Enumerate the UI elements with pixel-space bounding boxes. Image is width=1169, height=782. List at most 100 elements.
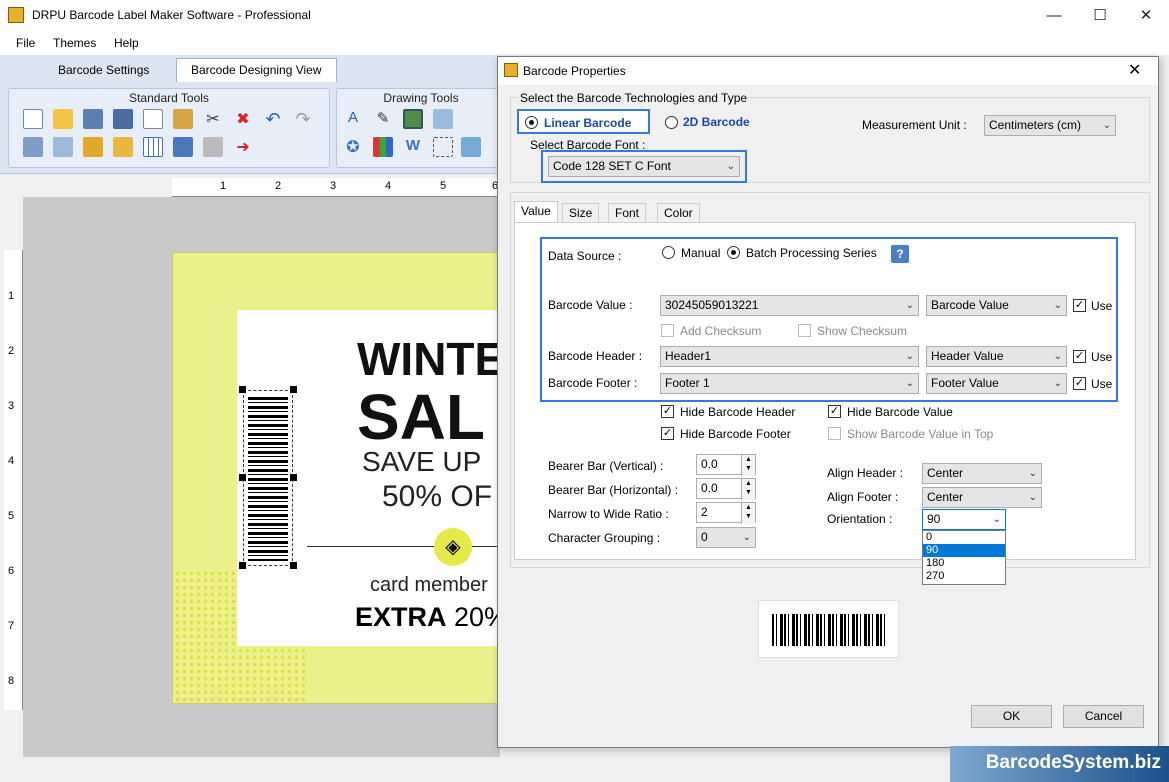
use-barcode-value-checkbox[interactable]: ✓ [1073,299,1086,312]
align-footer-select[interactable]: Center ⌄ [922,487,1042,508]
resize-handle[interactable] [239,386,246,393]
send-back-icon[interactable] [23,137,43,157]
shape-dropdown-icon[interactable] [433,137,453,157]
export-icon[interactable]: ➜ [233,137,253,157]
resize-handle[interactable] [290,474,297,481]
new-icon[interactable] [23,109,43,129]
maximize-button[interactable]: ☐ [1077,0,1123,31]
data-source-label: Data Source : [548,249,622,263]
resize-handle[interactable] [290,562,297,569]
orientation-select[interactable]: 90 ⌄ [922,509,1006,530]
measurement-unit-select[interactable]: Centimeters (cm) ⌄ [984,115,1116,136]
hide-footer-label: Hide Barcode Footer [680,427,791,441]
tab-barcode-settings[interactable]: Barcode Settings [43,58,164,82]
hide-footer-checkbox[interactable]: ✓ [661,427,674,440]
bring-front-icon[interactable] [53,137,73,157]
menu-bar: File Themes Help [0,31,1169,55]
save-as-icon[interactable] [113,109,133,129]
use-footer-checkbox[interactable]: ✓ [1073,377,1086,390]
tab-color[interactable]: Color [657,203,700,223]
hide-header-checkbox[interactable]: ✓ [661,405,674,418]
orientation-option[interactable]: 90 [923,544,1005,557]
open-icon[interactable] [53,109,73,129]
wordart-icon[interactable]: W [403,137,423,157]
character-grouping-select[interactable]: 0 ⌄ [696,527,756,548]
menu-file[interactable]: File [16,36,35,50]
library-icon[interactable] [373,137,393,157]
landscape-icon[interactable] [461,137,481,157]
align-header-select[interactable]: Center ⌄ [922,463,1042,484]
ratio-input[interactable]: 2 ▲ ▼ [696,502,756,524]
promo-line-4[interactable]: 50% OF [382,480,492,514]
tab-barcode-designing-view[interactable]: Barcode Designing View [176,58,337,82]
minimize-button[interactable]: — [1031,0,1077,31]
footer-source-select[interactable]: Footer Value ⌄ [926,373,1067,394]
help-icon[interactable]: ? [891,245,909,263]
print-icon[interactable] [203,137,223,157]
chevron-down-icon: ⌄ [1053,378,1062,389]
template-icon[interactable] [173,137,193,157]
barcode-value-source-select[interactable]: Barcode Value ⌄ [926,295,1067,316]
hide-value-checkbox[interactable]: ✓ [828,405,841,418]
canvas-barcode-selection[interactable] [243,390,293,566]
orientation-option[interactable]: 270 [923,570,1005,583]
use-label: Use [1091,350,1113,364]
chevron-down-icon: ⌄ [742,532,751,543]
dialog-close-icon[interactable]: ✕ [1128,60,1141,80]
linear-barcode-option[interactable]: Linear Barcode [517,109,650,134]
batch-processing-radio[interactable] [727,246,740,259]
orientation-option[interactable]: 180 [923,557,1005,570]
promo-line-2[interactable]: SAL [357,380,485,454]
bearer-vertical-input[interactable]: 0.0 ▲ ▼ [696,454,756,476]
lock-icon[interactable] [83,137,103,157]
header-source-select[interactable]: Header Value ⌄ [926,346,1067,367]
promo-line-3[interactable]: SAVE UP [362,446,481,478]
delete-icon[interactable]: ✖ [233,109,253,129]
barcode-header-select[interactable]: Header1 ⌄ [660,346,919,367]
picture-icon[interactable] [403,109,423,129]
resize-handle[interactable] [290,386,297,393]
show-value-top-checkbox[interactable] [828,427,841,440]
resize-handle[interactable] [239,562,246,569]
promo-line-1[interactable]: WINTE [357,332,505,386]
spinner-icon[interactable]: ▲ ▼ [741,479,755,500]
undo-icon[interactable]: ↶ [263,109,283,129]
close-button[interactable]: ✕ [1123,0,1169,31]
orientation-option[interactable]: 0 [923,531,1005,544]
tab-font[interactable]: Font [608,203,647,223]
save-icon[interactable] [83,109,103,129]
manual-radio[interactable] [662,246,675,259]
use-header-checkbox[interactable]: ✓ [1073,350,1086,363]
spinner-icon[interactable]: ▲ ▼ [741,503,755,524]
barcode-footer-select[interactable]: Footer 1 ⌄ [660,373,919,394]
menu-help[interactable]: Help [114,36,139,50]
barcode-font-select[interactable]: Code 128 SET C Font ⌄ [548,156,740,177]
pen-icon[interactable]: ✎ [373,109,393,129]
copy-icon[interactable] [143,109,163,129]
redo-icon[interactable]: ↷ [293,109,313,129]
linear-barcode-radio[interactable] [525,116,538,129]
preview-barcode-image [772,614,887,646]
chevron-down-icon: ⌄ [1028,468,1037,479]
show-checksum-checkbox[interactable] [798,324,811,337]
star-icon[interactable]: ✪ [343,137,363,157]
2d-barcode-radio[interactable] [665,116,678,129]
cancel-button[interactable]: Cancel [1063,705,1144,728]
tab-size[interactable]: Size [562,203,600,223]
ok-button[interactable]: OK [971,705,1052,728]
promo-line-5[interactable]: card member [370,574,488,597]
image-icon[interactable] [433,109,453,129]
barcode-value-select[interactable]: 30245059013221 ⌄ [660,295,919,316]
paste-icon[interactable] [173,109,193,129]
cut-icon[interactable]: ✂ [203,109,223,129]
bearer-horizontal-input[interactable]: 0.0 ▲ ▼ [696,478,756,500]
tab-value[interactable]: Value [514,201,558,223]
unlock-icon[interactable] [113,137,133,157]
resize-handle[interactable] [239,474,246,481]
add-checksum-checkbox[interactable] [661,324,674,337]
menu-themes[interactable]: Themes [53,36,96,50]
spinner-icon[interactable]: ▲ ▼ [741,455,755,476]
text-icon[interactable]: A [343,109,363,129]
promo-line-6[interactable]: EXTRA 20% [355,602,508,633]
grid-icon[interactable] [143,137,163,157]
